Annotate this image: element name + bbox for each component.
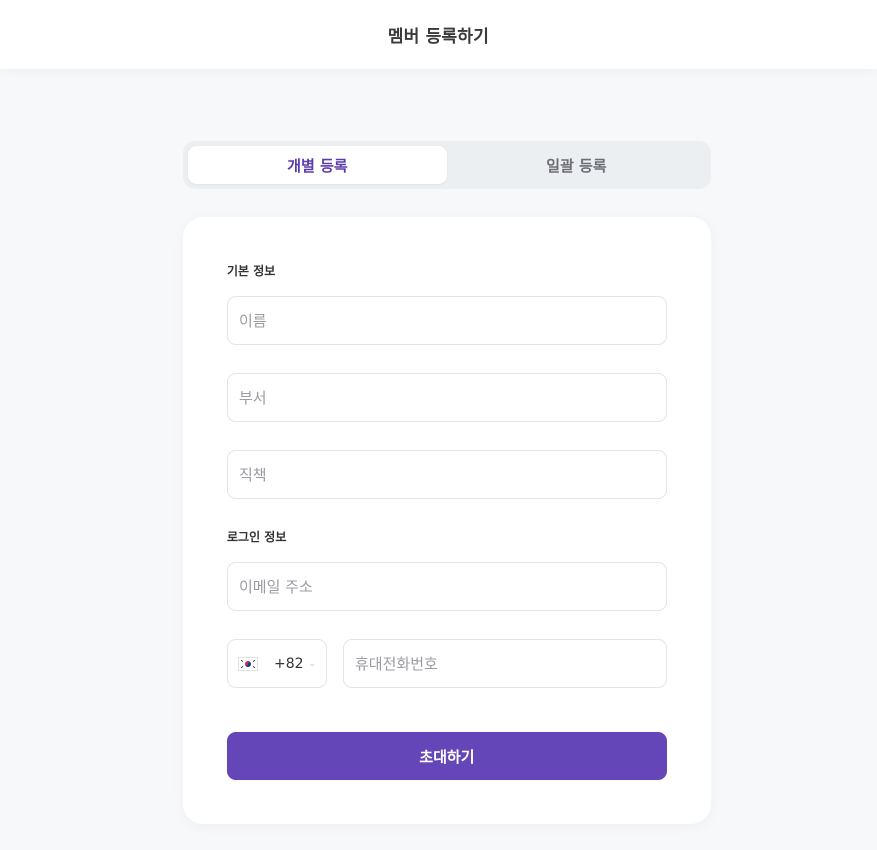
- email-field: [227, 562, 667, 611]
- name-field: [227, 296, 667, 345]
- chevron-down-icon: ⌄: [308, 658, 317, 669]
- email-input[interactable]: [228, 563, 666, 610]
- page-title: 멤버 등록하기: [387, 27, 490, 47]
- tab-individual[interactable]: 개별 등록: [188, 146, 447, 184]
- tab-bulk[interactable]: 일괄 등록: [447, 146, 706, 184]
- login-info-heading: 로그인 정보: [227, 530, 287, 544]
- name-input[interactable]: [228, 297, 666, 344]
- phone-input[interactable]: [344, 640, 666, 687]
- registration-tabs: 개별 등록 일괄 등록: [183, 141, 711, 189]
- registration-form-card: 기본 정보 로그인 정보 +82 ⌄: [183, 217, 711, 824]
- basic-info-heading: 기본 정보: [227, 264, 276, 278]
- country-code-select[interactable]: +82 ⌄: [227, 639, 327, 688]
- country-code-value: +82: [274, 655, 304, 672]
- position-field: [227, 450, 667, 499]
- position-input[interactable]: [228, 451, 666, 498]
- invite-button[interactable]: 초대하기: [227, 732, 667, 780]
- page-header: 멤버 등록하기: [0, 0, 877, 69]
- department-input[interactable]: [228, 374, 666, 421]
- department-field: [227, 373, 667, 422]
- phone-field: [343, 639, 667, 688]
- south-korea-flag-icon: [238, 656, 258, 671]
